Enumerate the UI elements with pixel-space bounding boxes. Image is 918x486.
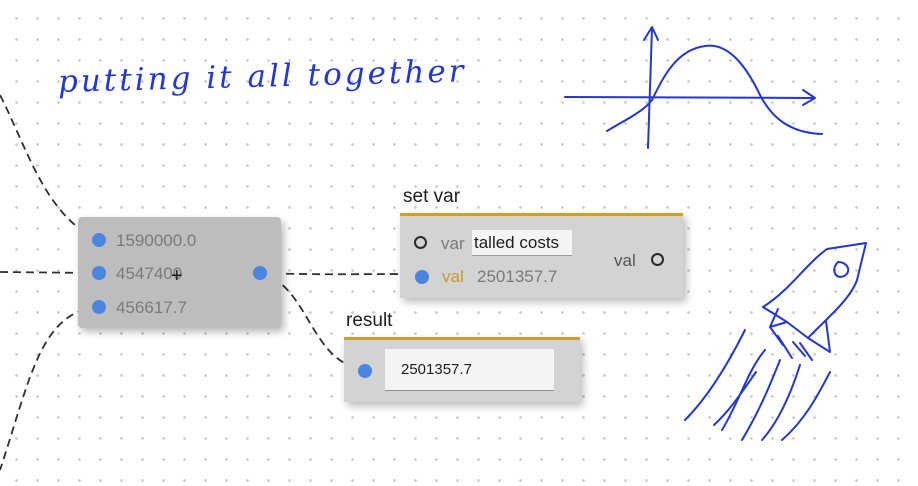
wire-sum-to-setvar [259, 272, 422, 276]
input-value-1: 1590000.0 [116, 231, 197, 250]
input-port-3[interactable] [92, 300, 106, 314]
plus-icon: + [171, 265, 183, 287]
var-port-circle-icon[interactable] [414, 236, 427, 249]
val-input-port[interactable] [415, 270, 429, 284]
var-name-input[interactable]: talled costs [472, 230, 572, 256]
wire-input-3 [0, 306, 99, 471]
result-title: result [346, 310, 393, 331]
handwritten-annotation: putting it all together [57, 53, 467, 100]
result-input-port[interactable] [358, 364, 372, 378]
sum-node[interactable]: 1590000.0 4547400 456617.7 + [78, 217, 281, 328]
var-label: var [441, 234, 465, 253]
result-node[interactable]: 2501357.7 [344, 337, 580, 402]
val-output-circle-icon[interactable] [651, 253, 664, 266]
sine-wave-sketch-icon [564, 26, 823, 149]
val-output-label: val [614, 251, 636, 270]
val-input-value: 2501357.7 [477, 267, 558, 286]
set-var-node[interactable]: var talled costs val 2501357.7 val [400, 213, 683, 298]
input-port-2[interactable] [92, 266, 106, 280]
rocket-sketch-icon [684, 242, 867, 441]
set-var-title: set var [403, 186, 461, 207]
result-value-display: 2501357.7 [385, 349, 554, 391]
output-port[interactable] [253, 266, 267, 280]
val-input-label: val [442, 267, 464, 286]
input-port-1[interactable] [92, 233, 106, 247]
input-value-3: 456617.7 [116, 298, 187, 317]
